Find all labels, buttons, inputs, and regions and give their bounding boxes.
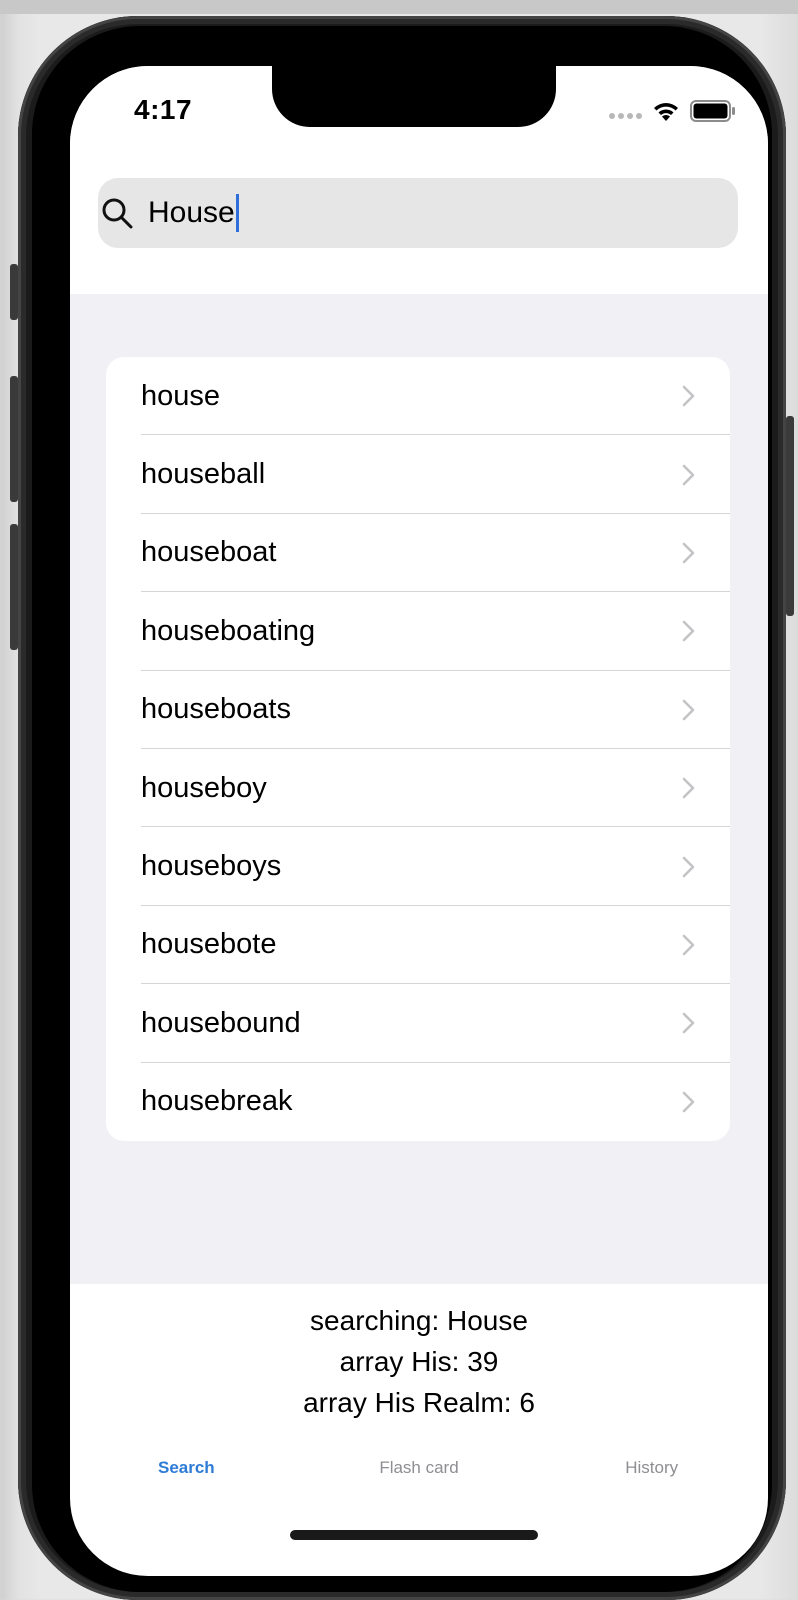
chevron-right-icon	[682, 464, 695, 485]
list-item[interactable]: houseboating	[106, 592, 730, 671]
chevron-right-icon	[682, 777, 695, 799]
chevron-right-icon	[682, 699, 695, 721]
list-item-label: houseboy	[141, 771, 267, 804]
iphone-device-frame: House 4:17 house houseball houseboat hou…	[10, 16, 794, 1600]
list-item-label: houseboat	[141, 536, 277, 569]
chevron-right-icon	[682, 1091, 695, 1113]
list-item[interactable]: houseboys	[106, 827, 730, 906]
chevron-right-icon	[682, 856, 695, 877]
search-icon	[102, 198, 133, 229]
list-item[interactable]: houseboy	[106, 749, 730, 828]
background-top-strip	[0, 0, 798, 14]
chevron-right-icon	[682, 542, 695, 564]
list-item-label: houseball	[141, 458, 266, 491]
mute-switch	[10, 264, 18, 320]
device-notch	[272, 66, 556, 127]
status-icons	[609, 100, 736, 122]
list-item-label: housebote	[141, 928, 277, 961]
debug-searching-text: searching: House	[310, 1305, 528, 1336]
search-input-text: House	[148, 196, 235, 229]
chevron-right-icon	[682, 621, 695, 642]
list-item[interactable]: housebreak	[106, 1063, 730, 1141]
list-item-label: houseboys	[141, 850, 282, 883]
chevron-right-icon	[682, 385, 695, 407]
debug-info: searching: House array His: 39 array His…	[70, 1284, 768, 1424]
list-item-label: houseboats	[141, 693, 291, 726]
wifi-icon	[654, 103, 678, 121]
battery-icon	[690, 100, 735, 122]
list-item-label: houseboating	[141, 614, 316, 647]
list-item-label: housebound	[141, 1006, 301, 1039]
power-button	[786, 416, 794, 616]
chevron-right-icon	[682, 1013, 695, 1034]
search-input[interactable]: House	[148, 194, 239, 232]
volume-down-button	[10, 524, 18, 650]
text-caret	[235, 194, 239, 232]
list-item[interactable]: houseball	[106, 435, 730, 514]
tab-flash-card[interactable]: Flash card	[303, 1458, 536, 1508]
search-field[interactable]: House	[98, 178, 738, 248]
chevron-right-icon	[682, 934, 695, 956]
list-item[interactable]: houseboat	[106, 514, 730, 593]
volume-up-button	[10, 376, 18, 502]
tab-history[interactable]: History	[535, 1458, 768, 1508]
list-item[interactable]: houseboats	[106, 671, 730, 749]
cellular-signal-icon	[609, 113, 642, 119]
list-item[interactable]: housebote	[106, 906, 730, 985]
results-list-area: house houseball houseboat houseboating h…	[70, 294, 768, 1284]
device-screen: House 4:17 house houseball houseboat hou…	[70, 66, 768, 1576]
tab-bar: Search Flash card History	[70, 1458, 768, 1508]
debug-array-his-text: array His: 39	[339, 1346, 499, 1377]
list-item[interactable]: house	[106, 357, 730, 436]
debug-array-his-realm-text: array His Realm: 6	[303, 1387, 535, 1418]
list-item-label: house	[141, 379, 221, 412]
tab-search[interactable]: Search	[70, 1458, 303, 1508]
list-item-label: housebreak	[141, 1085, 293, 1118]
status-time: 4:17	[134, 94, 193, 125]
home-indicator[interactable]	[290, 1530, 538, 1540]
results-list: house houseball houseboat houseboating h…	[106, 357, 730, 1141]
list-item[interactable]: housebound	[106, 984, 730, 1063]
